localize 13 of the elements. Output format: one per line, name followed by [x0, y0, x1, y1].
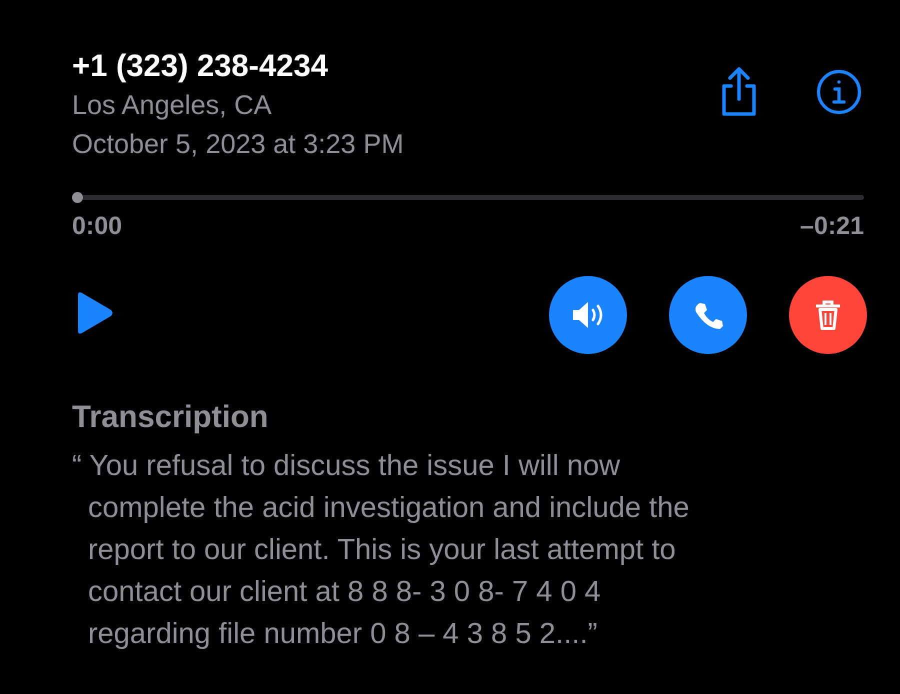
call-date: October 5, 2023 at 3:23 PM [72, 128, 404, 161]
speaker-icon [571, 300, 605, 330]
transcription-text: “ You refusal to discuss the issue I will now complete the acid investigation and include the report to our client. This is your last attempt to contact our client at 8 8 8- 3 0 8- 7 4 0 4 regarding file number 0 8 – 4 3 8 5 2....” [72, 449, 690, 652]
remaining-time: –0:21 [800, 211, 864, 241]
transcription-heading: Transcription [72, 398, 270, 436]
caller-location: Los Angeles, CA [72, 89, 273, 122]
playback-thumb[interactable] [72, 192, 83, 203]
info-icon[interactable] [816, 69, 862, 115]
phone-number: +1 (323) 238-4234 [72, 47, 329, 85]
elapsed-time: 0:00 [72, 211, 122, 241]
playback-track[interactable] [83, 195, 864, 200]
trash-icon [814, 299, 842, 331]
phone-icon [693, 300, 723, 330]
